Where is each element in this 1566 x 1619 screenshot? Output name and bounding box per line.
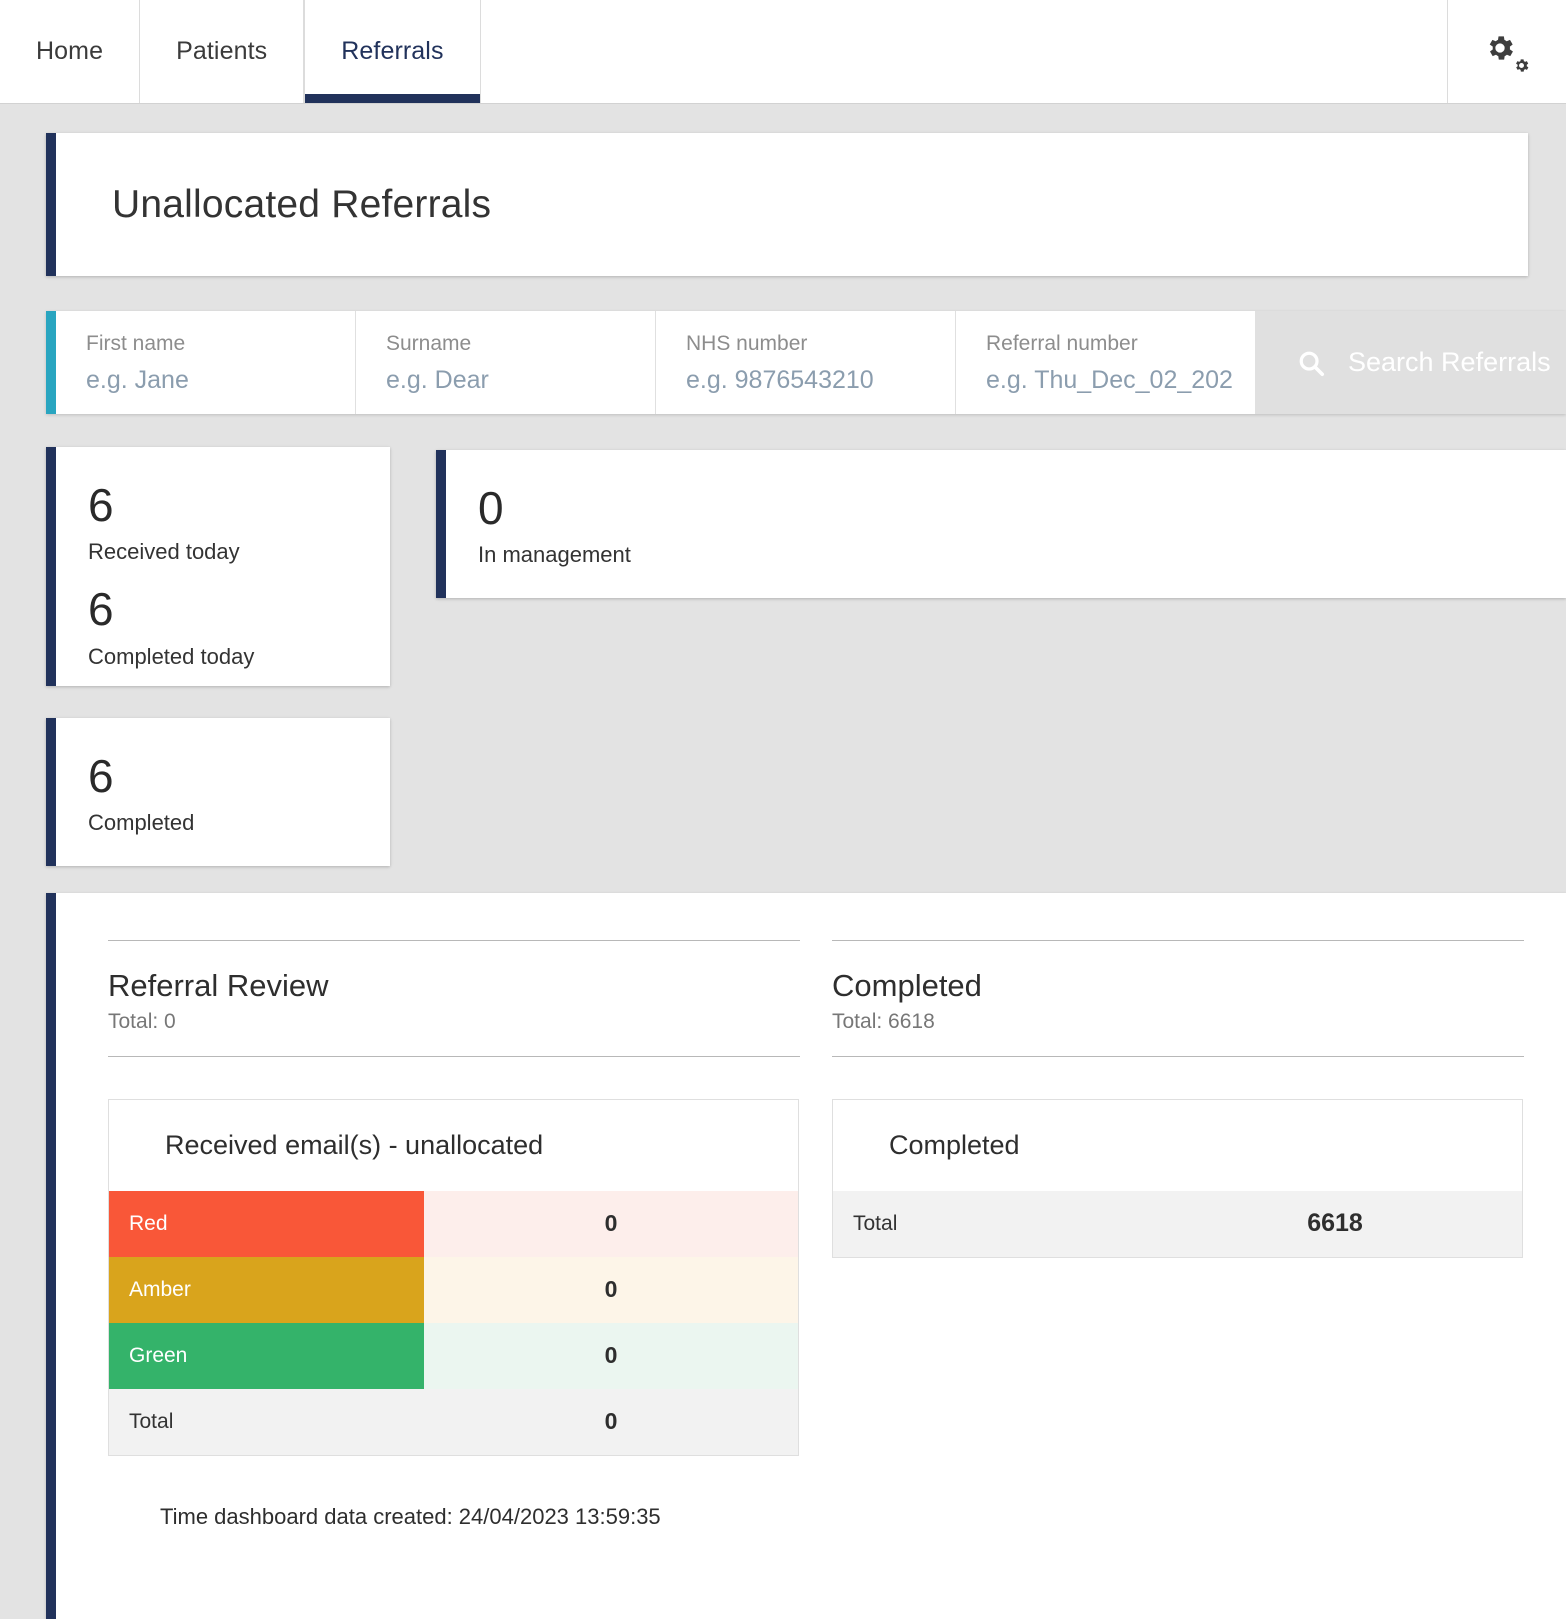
section-header-completed: Completed Total: 6618 <box>832 940 1524 1057</box>
completed-total-value: 6618 <box>1307 1209 1363 1238</box>
referral-number-label: Referral number <box>986 332 1138 355</box>
referral-review-total: Total: 0 <box>108 1009 176 1033</box>
first-name-field[interactable]: First name e.g. Jane <box>56 311 356 414</box>
rag-table-caption: Received email(s) - unallocated <box>109 1099 798 1191</box>
stat-card-today: 6 Received today 6 Completed today <box>46 447 390 686</box>
table-row: Total 6618 <box>833 1190 1522 1257</box>
completed-value: 6 <box>88 750 114 802</box>
completed-today-value: 6 <box>88 583 114 636</box>
tab-bar-spacer <box>480 0 1448 103</box>
completed-today-label: Completed today <box>88 643 255 669</box>
completed-table-caption: Completed <box>889 1129 1020 1160</box>
completed-table: Completed Total 6618 <box>832 1098 1523 1258</box>
search-icon <box>1299 351 1325 376</box>
rag-value-amber: 0 <box>424 1256 798 1323</box>
tab-referrals-label: Referrals <box>341 37 444 65</box>
completed-section-total: Total: 6618 <box>832 1009 935 1033</box>
in-management-label: In management <box>478 542 631 568</box>
search-referrals-button[interactable]: Search Referrals <box>1256 311 1566 414</box>
section-header-referral-review: Referral Review Total: 0 <box>108 940 800 1057</box>
completed-label: Completed <box>88 810 195 836</box>
nhs-number-label: NHS number <box>686 332 808 355</box>
completed-total-label: Total <box>853 1211 898 1235</box>
completed-section-title: Completed <box>832 968 982 1003</box>
table-row: Green 0 <box>109 1322 798 1389</box>
surname-input[interactable]: e.g. Dear <box>386 366 655 395</box>
first-name-label: First name <box>86 332 186 355</box>
dashboard-columns: Referral Review Total: 0 Received email(… <box>56 893 1566 1530</box>
rag-label-total: Total <box>109 1388 424 1455</box>
referral-number-field[interactable]: Referral number e.g. Thu_Dec_02_202 <box>956 311 1256 414</box>
tab-referrals[interactable]: Referrals <box>304 0 481 103</box>
rag-label-amber: Amber <box>109 1256 424 1323</box>
dashboard-timestamp: Time dashboard data created: 24/04/2023 … <box>160 1503 661 1529</box>
app-root: Home Patients Referrals Unallocated Refe… <box>0 0 1566 1619</box>
nhs-number-input[interactable]: e.g. 9876543210 <box>686 366 955 395</box>
table-row: Total 0 <box>109 1388 798 1455</box>
rag-table: Received email(s) - unallocated Red 0 Am… <box>108 1098 799 1456</box>
stat-card-in-management: 0 In management <box>436 450 1566 598</box>
dashboard-panel: Referral Review Total: 0 Received email(… <box>46 893 1566 1619</box>
referral-filter-bar: First name e.g. Jane Surname e.g. Dear N… <box>46 311 1566 414</box>
referral-number-input[interactable]: e.g. Thu_Dec_02_202 <box>986 366 1255 395</box>
tab-patients[interactable]: Patients <box>140 0 305 103</box>
rag-value-total: 0 <box>424 1388 798 1455</box>
top-tab-bar: Home Patients Referrals <box>0 0 1566 104</box>
rag-value-red: 0 <box>424 1190 798 1257</box>
filter-accent-bar <box>46 311 56 414</box>
cogs-icon <box>1484 30 1530 74</box>
page-title-card: Unallocated Referrals <box>46 133 1528 276</box>
page-title: Unallocated Referrals <box>112 182 492 226</box>
received-today-value: 6 <box>88 479 114 531</box>
dashboard-column-completed: Completed Total: 6618 Completed Total 66… <box>832 893 1524 1530</box>
referral-review-title: Referral Review <box>108 968 329 1003</box>
tab-home-label: Home <box>36 37 104 65</box>
nhs-number-field[interactable]: NHS number e.g. 9876543210 <box>656 311 956 414</box>
tab-home[interactable]: Home <box>0 0 141 103</box>
received-today-label: Received today <box>88 539 240 565</box>
table-row: Red 0 <box>109 1190 798 1257</box>
table-row: Amber 0 <box>109 1256 798 1323</box>
surname-label: Surname <box>386 332 472 355</box>
first-name-input[interactable]: e.g. Jane <box>86 366 355 395</box>
surname-field[interactable]: Surname e.g. Dear <box>356 311 656 414</box>
rag-value-green: 0 <box>424 1322 798 1389</box>
in-management-value: 0 <box>478 482 504 534</box>
rag-label-red: Red <box>109 1190 424 1257</box>
dashboard-column-referral-review: Referral Review Total: 0 Received email(… <box>108 893 800 1530</box>
settings-button[interactable] <box>1448 0 1566 103</box>
tab-patients-label: Patients <box>176 37 268 65</box>
rag-label-green: Green <box>109 1322 424 1389</box>
search-referrals-label: Search Referrals <box>1348 347 1551 377</box>
stat-card-completed: 6 Completed <box>46 718 390 866</box>
